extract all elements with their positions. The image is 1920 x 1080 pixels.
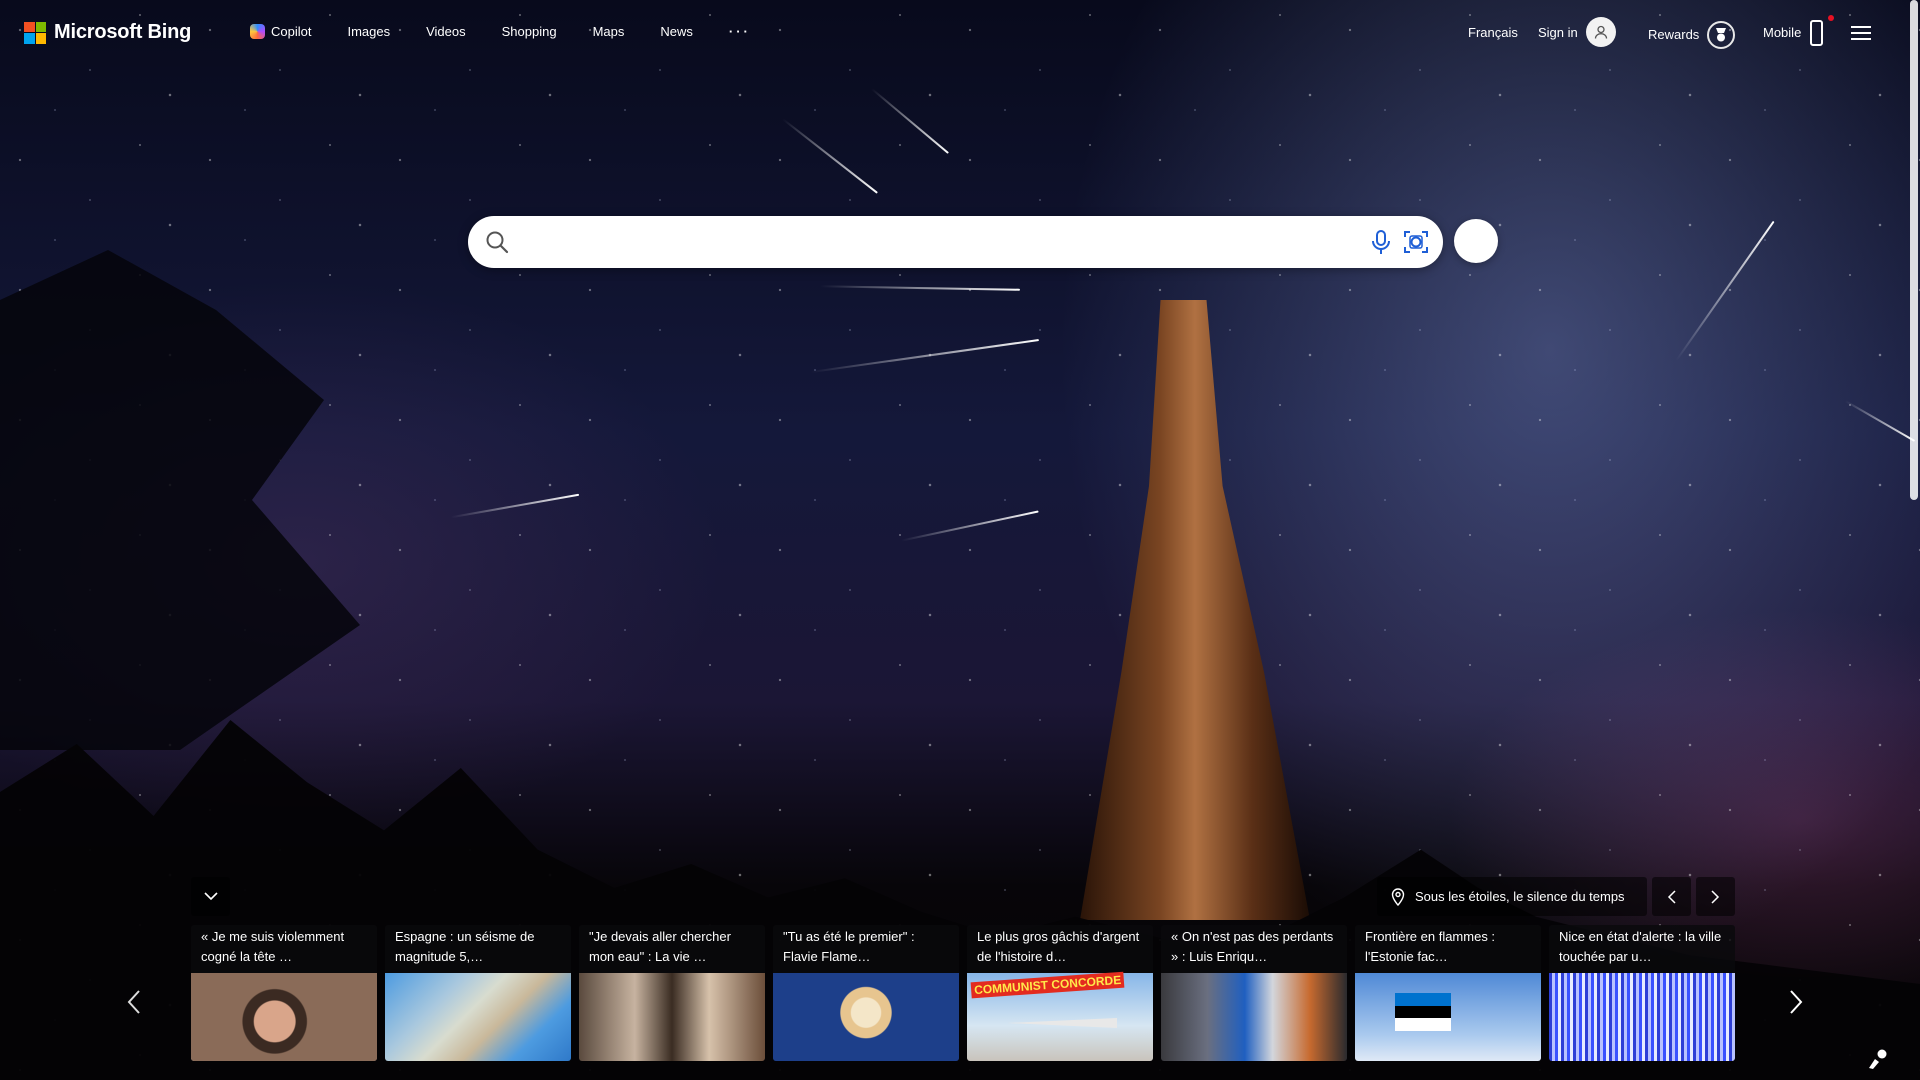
chevron-left-icon	[127, 990, 140, 1014]
news-thumbnail	[1161, 973, 1347, 1061]
notification-dot	[1828, 15, 1834, 21]
meteor-streak	[1844, 400, 1916, 442]
nav-images[interactable]: Images	[347, 24, 390, 39]
logo-text: Microsoft Bing	[54, 21, 192, 43]
visual-search-icon[interactable]	[1402, 228, 1430, 256]
nav-maps[interactable]: Maps	[593, 24, 625, 39]
news-carousel: « Je me suis violemment cogné la tête … …	[191, 925, 1735, 1061]
news-card[interactable]: "Je devais aller chercher mon eau" : La …	[579, 925, 765, 1061]
previous-image-button[interactable]	[1652, 877, 1691, 916]
news-prev-button[interactable]	[122, 987, 146, 1017]
news-thumbnail	[191, 973, 377, 1061]
next-image-button[interactable]	[1696, 877, 1735, 916]
sign-in-link[interactable]: Sign in	[1538, 25, 1578, 40]
thumbnail-overlay-text: COMMUNIST CONCORDE	[970, 971, 1125, 999]
news-thumbnail	[579, 973, 765, 1061]
nav-news[interactable]: News	[660, 24, 693, 39]
news-card[interactable]: Le plus gros gâchis d'argent de l'histoi…	[967, 925, 1153, 1061]
top-nav: Copilot Images Videos Shopping Maps News…	[250, 24, 787, 39]
news-card[interactable]: « Je me suis violemment cogné la tête …	[191, 925, 377, 1061]
chevron-down-icon	[203, 892, 218, 901]
meteor-streak	[901, 510, 1039, 542]
nav-more[interactable]: ···	[729, 24, 751, 39]
chevron-left-icon	[1667, 889, 1676, 904]
news-caption: Nice en état d'alerte : la ville touchée…	[1559, 929, 1722, 964]
top-header: Microsoft Bing Copilot Images Videos Sho…	[0, 0, 1920, 66]
nav-shopping[interactable]: Shopping	[502, 24, 557, 39]
search-input[interactable]	[526, 224, 1310, 262]
news-caption: « Je me suis violemment cogné la tête …	[201, 929, 345, 964]
image-info-button[interactable]: Sous les étoiles, le silence du temps	[1377, 877, 1647, 916]
nav-label: Copilot	[271, 24, 312, 39]
chevron-right-icon	[1711, 889, 1720, 904]
copilot-icon	[250, 24, 265, 39]
nav-label: News	[660, 24, 693, 39]
nav-videos[interactable]: Videos	[426, 24, 466, 39]
news-caption: Espagne : un séisme de magnitude 5,…	[395, 929, 535, 964]
microphone-icon[interactable]	[1368, 228, 1394, 256]
estonia-flag-icon	[1395, 993, 1451, 1032]
news-card[interactable]: Nice en état d'alerte : la ville touchée…	[1549, 925, 1735, 1061]
image-title: Sous les étoiles, le silence du temps	[1415, 889, 1625, 904]
nav-label: Videos	[426, 24, 466, 39]
location-pin-icon	[1391, 887, 1405, 906]
nav-label: Shopping	[501, 24, 557, 39]
avatar[interactable]	[1586, 17, 1616, 47]
page-scrollbar[interactable]	[1910, 0, 1918, 500]
meteor-streak	[782, 118, 878, 194]
nav-copilot[interactable]: Copilot	[250, 24, 311, 39]
phone-icon[interactable]	[1810, 20, 1823, 46]
collapse-feed-button[interactable]	[191, 877, 230, 916]
user-icon	[1594, 25, 1608, 39]
nav-label: Images	[347, 24, 391, 39]
menu-icon[interactable]	[1851, 26, 1871, 40]
news-caption: Frontière en flammes : l'Estonie fac…	[1365, 929, 1496, 964]
news-caption: « On n'est pas des perdants » : Luis Enr…	[1171, 929, 1334, 964]
search-submit-button[interactable]	[1454, 219, 1498, 263]
microsoft-logo-icon	[24, 21, 46, 44]
news-card[interactable]: Frontière en flammes : l'Estonie fac…	[1355, 925, 1541, 1061]
news-card[interactable]: « On n'est pas des perdants » : Luis Enr…	[1161, 925, 1347, 1061]
feedback-icon[interactable]	[1867, 1048, 1889, 1070]
news-caption: Le plus gros gâchis d'argent de l'histoi…	[977, 929, 1140, 964]
rewards-link[interactable]: Rewards	[1648, 27, 1699, 42]
more-icon: ···	[728, 24, 751, 39]
meteor-streak	[450, 493, 580, 519]
meteor-streak	[871, 88, 949, 154]
news-card[interactable]: Espagne : un séisme de magnitude 5,…	[385, 925, 571, 1061]
news-thumbnail	[1355, 973, 1541, 1061]
news-thumbnail: COMMUNIST CONCORDE	[967, 971, 1153, 1061]
bristlecone-tree	[1080, 300, 1310, 920]
search-icon[interactable]	[484, 229, 510, 255]
rewards-medal-icon[interactable]	[1707, 21, 1735, 49]
news-thumbnail	[385, 973, 571, 1061]
news-caption: "Je devais aller chercher mon eau" : La …	[589, 929, 731, 964]
mobile-link[interactable]: Mobile	[1763, 25, 1801, 40]
nav-label: Maps	[592, 24, 625, 39]
news-thumbnail	[1549, 973, 1735, 1061]
news-thumbnail	[773, 973, 959, 1061]
chevron-right-icon	[1790, 990, 1803, 1014]
meteor-streak	[1675, 220, 1775, 362]
meteor-streak	[819, 285, 1021, 291]
meteor-streak	[810, 339, 1040, 373]
concorde-plane-shape	[1007, 1018, 1117, 1028]
news-next-button[interactable]	[1784, 987, 1808, 1017]
language-link[interactable]: Français	[1468, 25, 1518, 40]
news-caption: "Tu as été le premier" : Flavie Flame…	[783, 929, 915, 964]
news-card[interactable]: "Tu as été le premier" : Flavie Flame…	[773, 925, 959, 1061]
search-box	[468, 216, 1443, 268]
pine-silhouette	[0, 250, 360, 750]
bing-logo[interactable]: Microsoft Bing	[24, 21, 191, 44]
